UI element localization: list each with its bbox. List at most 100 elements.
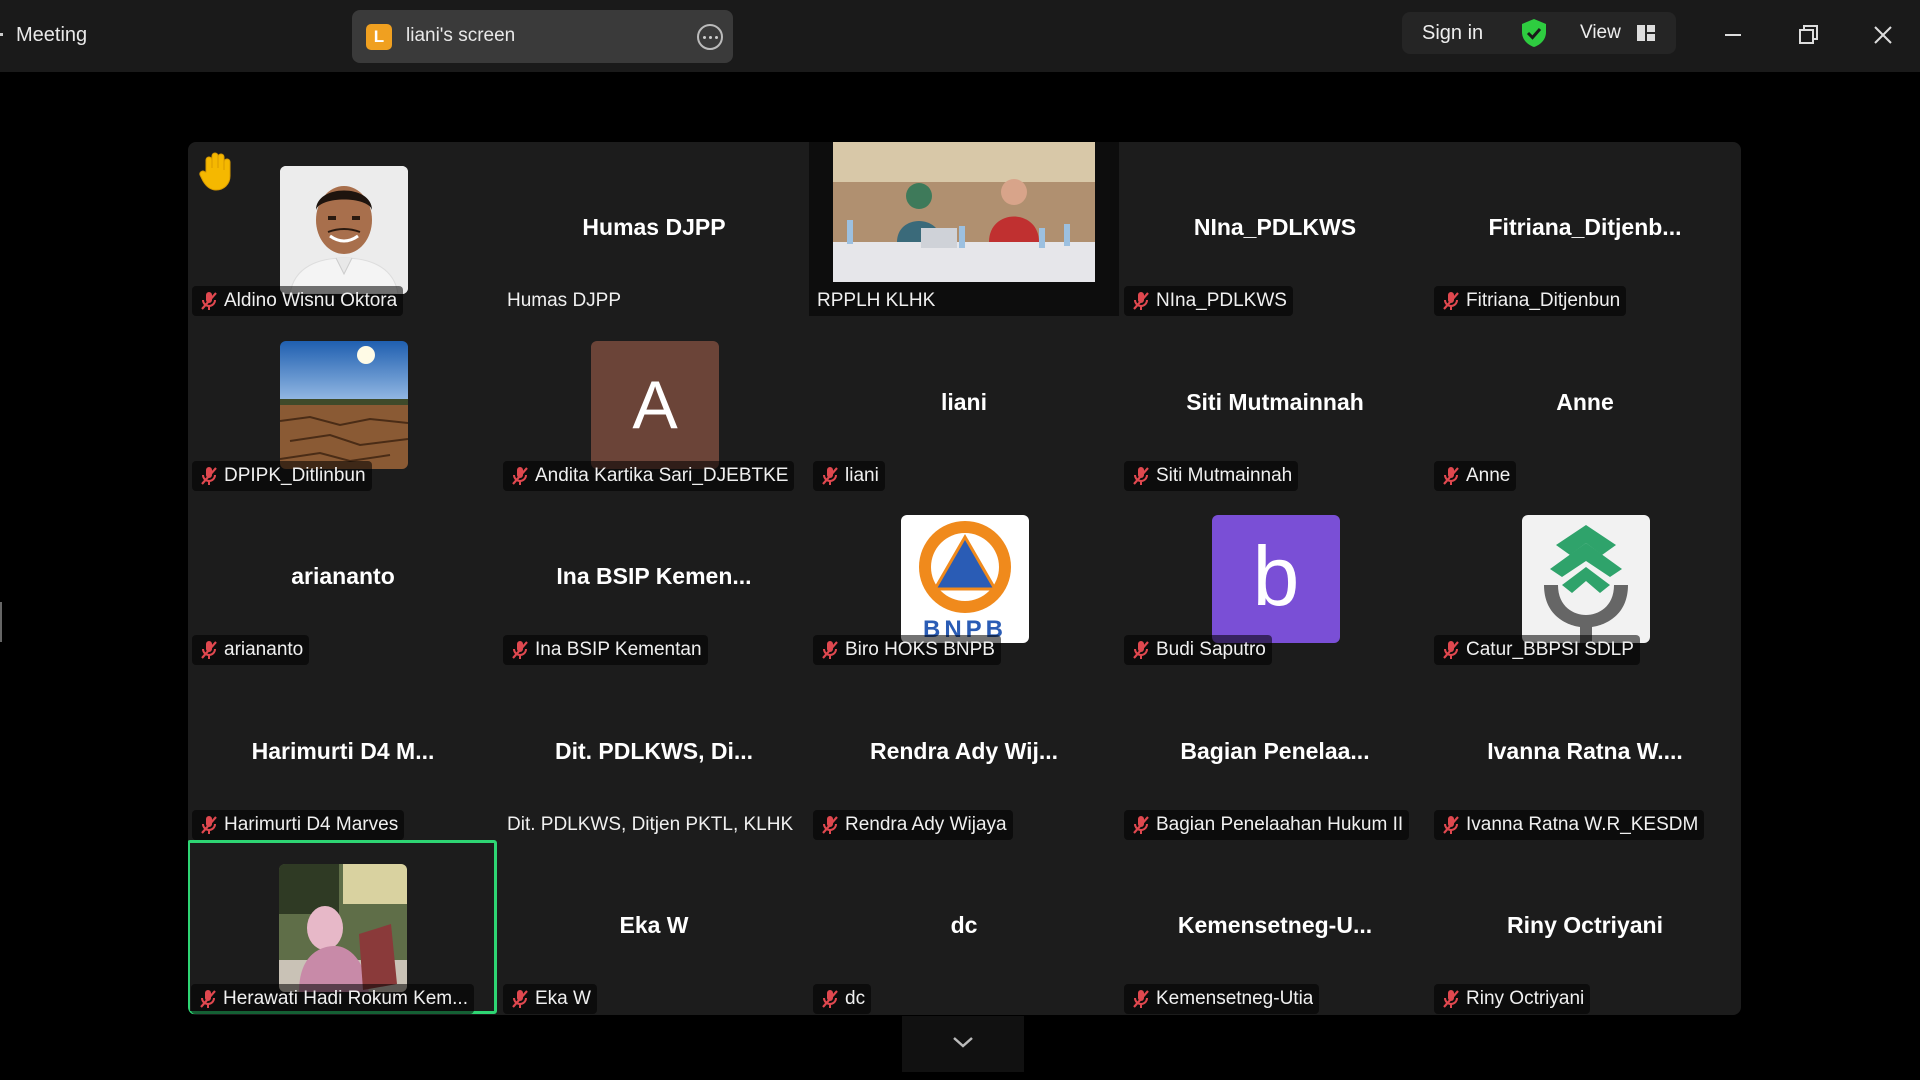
window-title: Meeting [16,24,88,46]
participant-display-name: ariananto [291,563,395,589]
participant-display-name: Bagian Penelaa... [1180,738,1370,764]
muted-mic-icon [1443,990,1459,1008]
muted-mic-icon [822,816,838,834]
participant-name: liani [845,465,879,486]
participant-tile[interactable]: Ina BSIP Kemen... Ina BSIP Kementan [499,491,809,665]
participant-nameplate: DPIPK_Ditlinbun [192,461,372,491]
restore-icon[interactable] [1793,20,1823,50]
avatar-initial: b [1252,528,1300,623]
participant-name: Ivanna Ratna W.R_KESDM [1466,814,1699,835]
participant-name: Biro HOKS BNPB [845,639,995,660]
muted-mic-icon [201,641,217,659]
participant-photo [280,341,408,469]
participant-tile[interactable]: Rendra Ady Wij... Rendra Ady Wijaya [809,666,1119,840]
participant-name: Riny Octriyani [1466,988,1585,1009]
participant-display-name: dc [950,912,978,938]
participant-name: Budi Saputro [1156,639,1266,660]
close-icon[interactable] [1868,20,1898,50]
participant-tile[interactable]: Aldino Wisnu Oktora [188,142,498,316]
participant-photo [280,166,408,294]
bbpsi-logo [1522,515,1650,643]
muted-mic-icon [1133,292,1149,310]
sign-in-button[interactable]: Sign in [1422,22,1483,45]
participant-name: Harimurti D4 Marves [224,814,399,835]
participant-name: Fitriana_Ditjenbun [1466,290,1621,311]
participant-tile[interactable]: Riny Octriyani Riny Octriyani [1430,840,1740,1014]
muted-mic-icon [1133,641,1149,659]
muted-mic-icon [822,641,838,659]
participant-display-name: Ivanna Ratna W.... [1487,738,1683,764]
participant-nameplate: Eka W [503,984,597,1014]
participant-display-name: Anne [1556,389,1614,415]
participant-tile[interactable]: BNPB Biro HOKS BNPB [809,491,1119,665]
participant-nameplate: Dit. PDLKWS, Ditjen PKTL, KLHK [503,810,799,840]
muted-mic-icon [822,467,838,485]
participant-name: dc [845,988,866,1009]
muted-mic-icon [512,467,528,485]
participant-tile[interactable]: b Budi Saputro [1120,491,1430,665]
participant-name: Eka W [535,988,591,1009]
top-right-controls: Sign in View [1402,12,1676,54]
more-options-icon[interactable] [697,24,723,50]
participant-name: Humas DJPP [507,290,622,311]
muted-mic-icon [201,292,217,310]
participant-tile[interactable]: Dit. PDLKWS, Di... Dit. PDLKWS, Ditjen PK… [499,666,809,840]
participant-tile[interactable]: liani liani [809,317,1119,491]
grid-view-icon[interactable] [1636,24,1656,42]
view-button[interactable]: View [1580,22,1621,44]
participant-tile[interactable]: RPPLH KLHK [809,142,1119,316]
screen-share-label: liani's screen [406,25,516,46]
muted-mic-icon [201,467,217,485]
participant-tile[interactable]: dc dc [809,840,1119,1014]
participant-tile[interactable]: DPIPK_Ditlinbun [188,317,498,491]
minimize-icon[interactable] [1718,20,1748,50]
participant-nameplate: NIna_PDLKWS [1124,286,1293,316]
participant-tile[interactable]: ariananto ariananto [188,491,498,665]
edge-handle[interactable] [0,602,2,642]
muted-mic-icon [512,641,528,659]
chevron-down-icon [953,1037,973,1048]
participant-tile[interactable]: A Andita Kartika Sari_DJEBTKE [499,317,809,491]
participant-nameplate: dc [813,984,872,1014]
participant-avatar-letter: b [1212,515,1340,643]
participant-tile[interactable]: Humas DJPP Humas DJPP [499,142,809,316]
muted-mic-icon [1133,467,1149,485]
participant-nameplate: Riny Octriyani [1434,984,1591,1014]
muted-mic-icon [201,816,217,834]
muted-mic-icon [1443,641,1459,659]
avatar-initial: A [632,367,678,443]
participant-tile[interactable]: Anne Anne [1430,317,1740,491]
participant-tile[interactable]: Herawati Hadi Rokum Kem... [188,840,497,1014]
participant-display-name: Ina BSIP Kemen... [556,563,752,589]
participant-tile[interactable]: Kemensetneg-U... Kemensetneg-Utia [1120,840,1430,1014]
participant-tile[interactable]: Harimurti D4 M... Harimurti D4 Marves [188,666,498,840]
participant-display-name: liani [940,389,987,415]
participant-tile[interactable]: Catur_BBPSI SDLP [1430,491,1740,665]
participant-tile[interactable]: Bagian Penelaa... Bagian Penelaahan Hukum… [1120,666,1430,840]
participant-nameplate: Rendra Ady Wijaya [813,810,1013,840]
participant-nameplate: Siti Mutmainnah [1124,461,1299,491]
muted-mic-icon [1443,467,1459,485]
edge-marker [0,33,3,36]
scroll-down-button[interactable] [902,1016,1024,1072]
participant-nameplate: Humas DJPP [503,286,627,316]
sharer-avatar: L [366,24,392,50]
shield-check-icon[interactable] [1520,18,1548,48]
screen-share-indicator[interactable]: L liani's screen [352,10,733,63]
participant-name: Andita Kartika Sari_DJEBTKE [535,465,789,486]
participant-tile[interactable]: Siti Mutmainnah Siti Mutmainnah [1120,317,1430,491]
participant-tile[interactable]: Ivanna Ratna W.... Ivanna Ratna W.R_KESDM [1430,666,1740,840]
participant-name: ariananto [224,639,304,660]
participant-name: Aldino Wisnu Oktora [224,290,398,311]
participant-name: DPIPK_Ditlinbun [224,465,366,486]
participant-tile[interactable]: NIna_PDLKWS NIna_PDLKWS [1120,142,1430,316]
participant-tile[interactable]: Fitriana_Ditjenb... Fitriana_Ditjenbun [1430,142,1740,316]
participant-tile[interactable]: Eka W Eka W [499,840,809,1014]
participant-name: RPPLH KLHK [817,290,936,311]
participant-nameplate: Aldino Wisnu Oktora [192,286,404,316]
muted-mic-icon [1443,292,1459,310]
participant-name: Dit. PDLKWS, Ditjen PKTL, KLHK [507,814,794,835]
participant-nameplate: RPPLH KLHK [813,286,941,316]
participant-nameplate: Budi Saputro [1124,635,1272,665]
muted-mic-icon [200,990,216,1008]
